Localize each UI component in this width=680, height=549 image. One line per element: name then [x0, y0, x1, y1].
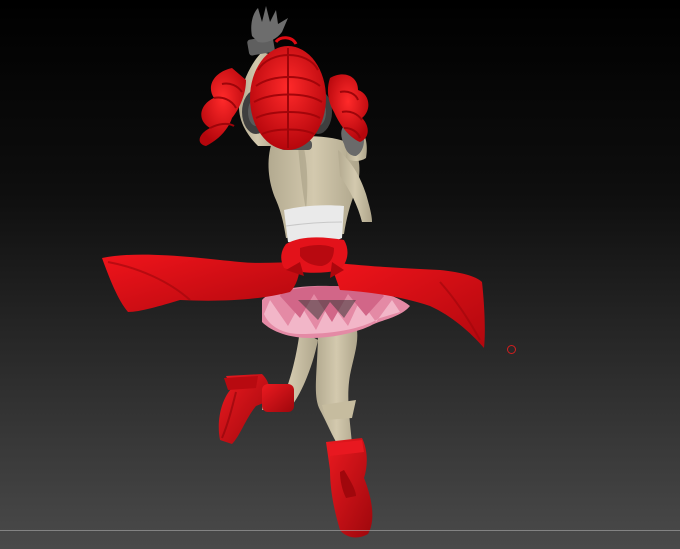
3d-viewport[interactable] — [0, 0, 680, 549]
scene-canvas[interactable] — [0, 0, 680, 549]
brush-circle-cursor-icon — [507, 345, 516, 354]
ground-plane-line — [0, 530, 680, 531]
